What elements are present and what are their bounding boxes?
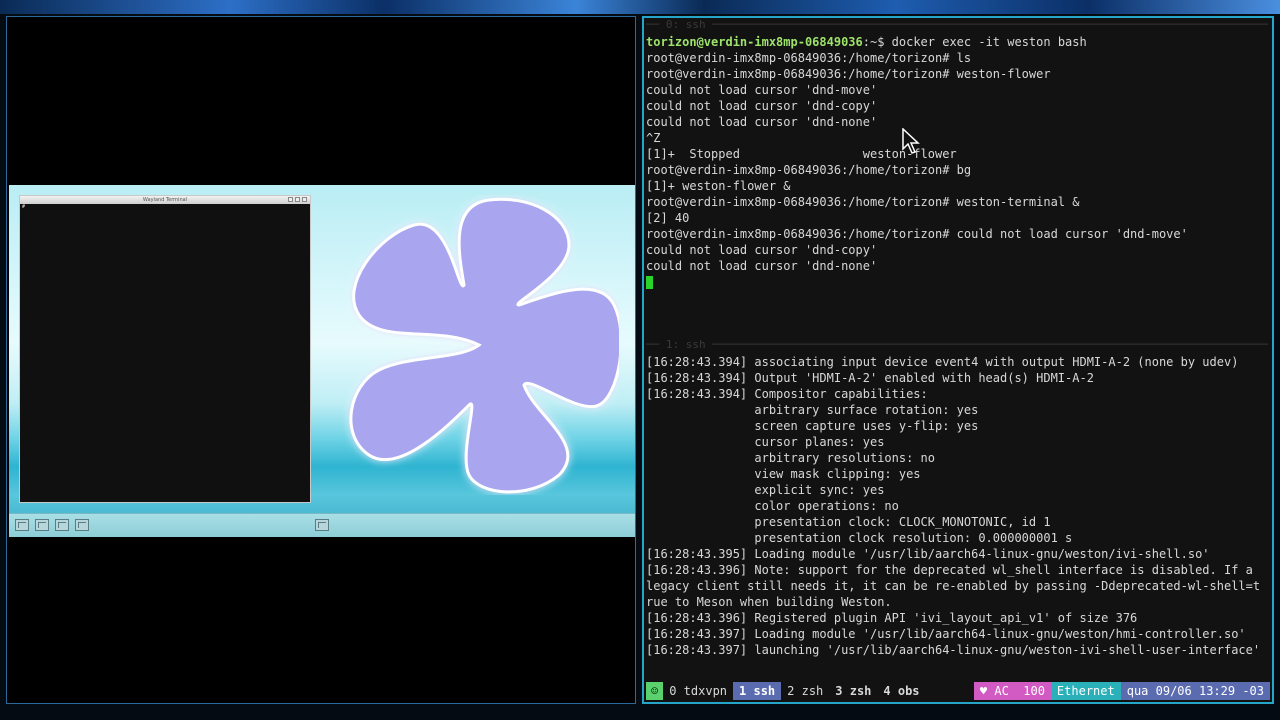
tmux-terminal[interactable]: 0: ssh torizon@verdin-imx8mp-06849036:~$… — [642, 16, 1274, 704]
log-line: [16:28:43.394] associating input device … — [646, 355, 1239, 369]
pane-0-header: 0: ssh — [646, 18, 1268, 32]
log-line: explicit sync: yes — [646, 483, 885, 497]
terminal-line: could not load cursor 'dnd-copy' — [646, 243, 878, 257]
terminal-line: could not load cursor 'dnd-none' — [646, 115, 878, 129]
log-line: presentation clock resolution: 0.0000000… — [646, 531, 1073, 545]
log-line: color operations: no — [646, 499, 899, 513]
log-line: arbitrary resolutions: no — [646, 451, 935, 465]
terminal-line: [1]+ weston-flower & — [646, 179, 791, 193]
log-line: [16:28:43.397] Loading module '/usr/lib/… — [646, 627, 1246, 641]
terminal-line: torizon@verdin-imx8mp-06849036:~$ docker… — [646, 34, 1270, 50]
terminal-line: root@verdin-imx8mp-06849036:/home/torizo… — [646, 227, 1188, 241]
window-launcher-icon[interactable] — [55, 519, 69, 531]
log-line: presentation clock: CLOCK_MONOTONIC, id … — [646, 515, 1051, 529]
terminal-cursor-line[interactable] — [646, 274, 1270, 290]
tmux-status-bar: ☺ 0 tdxvpn 1 ssh 2 zsh 3 zsh 4 obs ♥ AC … — [646, 682, 1270, 700]
wayland-terminal-prompt[interactable]: # — [20, 204, 310, 210]
window-tab-2[interactable]: 2 zsh — [781, 682, 829, 700]
log-line: [16:28:43.395] Loading module '/usr/lib/… — [646, 547, 1210, 561]
log-line: screen capture uses y-flip: yes — [646, 419, 979, 433]
minimize-icon[interactable] — [288, 197, 293, 202]
log-line: view mask clipping: yes — [646, 467, 921, 481]
terminal-line: could not load cursor 'dnd-move' — [646, 83, 878, 97]
wayland-terminal-title: Wayland Terminal — [142, 197, 188, 203]
log-line: [16:28:43.394] Output 'HDMI-A-2' enabled… — [646, 371, 1094, 385]
window-tab-4[interactable]: 4 obs — [877, 682, 925, 700]
close-icon[interactable] — [302, 197, 307, 202]
terminal-line: root@verdin-imx8mp-06849036:/home/torizo… — [646, 51, 972, 65]
log-line: rue to Meson when building Weston. — [646, 595, 892, 609]
window-tab-3[interactable]: 3 zsh — [829, 682, 877, 700]
pane-1-output[interactable]: [16:28:43.394] associating input device … — [646, 354, 1270, 658]
terminal-launcher-icon[interactable] — [15, 519, 29, 531]
terminal-line: ^Z — [646, 131, 661, 145]
status-smiley-icon: ☺ — [646, 682, 664, 700]
terminal-line: root@verdin-imx8mp-06849036:/home/torizo… — [646, 163, 972, 177]
flower-launcher-icon[interactable] — [35, 519, 49, 531]
terminal-line: root@verdin-imx8mp-06849036:/home/torizo… — [646, 67, 1051, 81]
pane-0-output[interactable]: torizon@verdin-imx8mp-06849036:~$ docker… — [646, 34, 1270, 290]
log-line: legacy client still needs it, it can be … — [646, 579, 1261, 593]
terminal-line: could not load cursor 'dnd-none' — [646, 259, 878, 273]
window-tab-0[interactable]: 0 tdxvpn — [663, 682, 733, 700]
weston-flower-shape — [349, 197, 619, 494]
log-line: [16:28:43.394] Compositor capabilities: — [646, 387, 928, 401]
grid-launcher-icon[interactable] — [315, 519, 329, 531]
mouse-pointer-icon — [902, 128, 920, 154]
log-line: [16:28:43.396] Registered plugin API 'iv… — [646, 611, 1138, 625]
text-cursor — [646, 276, 653, 289]
command-text: :~$ docker exec -it weston bash — [862, 35, 1087, 49]
wayland-terminal-window[interactable]: Wayland Terminal # — [19, 195, 311, 503]
log-line: cursor planes: yes — [646, 435, 885, 449]
battery-status: ♥ AC 100 — [973, 682, 1051, 700]
network-status: Ethernet — [1050, 682, 1121, 700]
weston-desktop: Wayland Terminal # — [9, 185, 635, 537]
clock-status: qua 09/06 13:29 -03 — [1120, 682, 1270, 700]
terminal-line: [2] 40 — [646, 211, 690, 225]
terminal-line: [1]+ Stopped weston-flower — [646, 147, 957, 161]
weston-preview-window: Wayland Terminal # — [6, 16, 636, 704]
window-tab-1[interactable]: 1 ssh — [733, 682, 782, 700]
terminal-line: could not load cursor 'dnd-copy' — [646, 99, 878, 113]
log-line: [16:28:43.396] Note: support for the dep… — [646, 563, 1253, 577]
app-launcher-icon[interactable] — [75, 519, 89, 531]
maximize-icon[interactable] — [295, 197, 300, 202]
terminal-line: root@verdin-imx8mp-06849036:/home/torizo… — [646, 195, 1080, 209]
weston-panel — [9, 513, 635, 537]
prompt-user: torizon@verdin-imx8mp-06849036 — [646, 35, 863, 49]
wayland-terminal-titlebar[interactable]: Wayland Terminal — [20, 196, 310, 204]
log-line: [16:28:43.397] launching '/usr/lib/aarch… — [646, 643, 1261, 657]
pane-1-header: 1: ssh — [646, 338, 1268, 352]
log-line: arbitrary surface rotation: yes — [646, 403, 979, 417]
